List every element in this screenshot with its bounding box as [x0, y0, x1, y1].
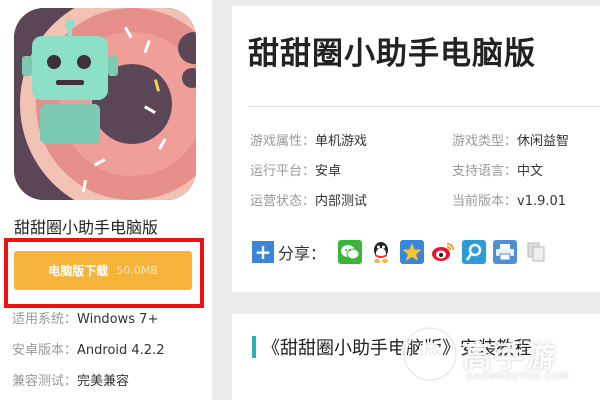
- qzone-icon[interactable]: [400, 240, 425, 264]
- spec-row-compat: 兼容测试：完美兼容: [12, 370, 129, 389]
- watermark-logo-icon: [401, 325, 459, 383]
- spec-label: 安卓版本：: [12, 343, 78, 358]
- attr-value: 休闲益智: [517, 134, 570, 149]
- spec-label: 兼容测试：: [12, 374, 78, 389]
- attr-value: v1.9.01: [517, 194, 567, 209]
- app-icon[interactable]: [14, 8, 196, 200]
- attr-game-property: 游戏属性：单机游戏: [250, 130, 367, 149]
- watermark-text: 高手游: [462, 340, 558, 375]
- attr-value: 中文: [517, 164, 544, 179]
- spec-value: 完美兼容: [77, 374, 130, 389]
- attr-status: 运营状态：内部测试: [250, 190, 367, 209]
- info-panel: 甜甜圈小助手电脑版 游戏属性：单机游戏 游戏类型：休闲益智 运行平台：安卓 支持…: [232, 6, 600, 292]
- spec-value: Windows 7+: [77, 312, 159, 327]
- attr-game-type: 游戏类型：休闲益智: [452, 130, 569, 149]
- donut-robot-illustration: [14, 8, 196, 200]
- left-panel: 甜甜圈小助手电脑版 电脑版下载 50.0MB 适用系统：Windows 7+ 安…: [0, 0, 212, 400]
- share-bar: + 分享：: [252, 238, 555, 266]
- attr-value: 内部测试: [315, 194, 368, 209]
- divider: [248, 106, 600, 107]
- spec-row-system: 适用系统：Windows 7+: [12, 308, 158, 327]
- attr-language: 支持语言：中文: [452, 160, 543, 179]
- page-title: 甜甜圈小助手电脑版: [248, 36, 536, 72]
- qq-icon[interactable]: [369, 240, 394, 264]
- watermark-subtext: GAOSHOUYOU.COM: [466, 372, 569, 382]
- spec-value: Android 4.2.2: [77, 343, 165, 358]
- watermark: 高手游 GAOSHOUYOU.COM: [400, 320, 570, 390]
- spec-label: 适用系统：: [12, 312, 78, 327]
- attr-label: 当前版本：: [452, 194, 518, 209]
- tencent-weibo-icon[interactable]: [462, 240, 487, 264]
- accent-bar: [252, 336, 256, 358]
- attr-label: 游戏属性：: [250, 134, 316, 149]
- attr-platform: 运行平台：安卓: [250, 160, 341, 179]
- share-label: 分享：: [278, 244, 327, 263]
- app-name: 甜甜圈小助手电脑版: [14, 218, 159, 237]
- spec-row-android: 安卓版本：Android 4.2.2: [12, 339, 165, 358]
- attr-label: 运行平台：: [250, 164, 316, 179]
- download-size: 50.0MB: [116, 264, 158, 277]
- attr-version: 当前版本：v1.9.01: [452, 190, 566, 209]
- download-button-label: 电脑版下载: [48, 264, 109, 278]
- weibo-icon[interactable]: [431, 240, 456, 264]
- plus-icon[interactable]: +: [252, 241, 274, 263]
- download-button[interactable]: 电脑版下载 50.0MB: [14, 251, 192, 290]
- print-icon[interactable]: [493, 240, 518, 264]
- attr-label: 游戏类型：: [452, 134, 518, 149]
- attr-label: 运营状态：: [250, 194, 316, 209]
- wechat-icon[interactable]: [338, 240, 363, 264]
- attr-value: 安卓: [315, 164, 342, 179]
- attr-value: 单机游戏: [315, 134, 368, 149]
- copy-icon[interactable]: [524, 240, 549, 264]
- attr-label: 支持语言：: [452, 164, 518, 179]
